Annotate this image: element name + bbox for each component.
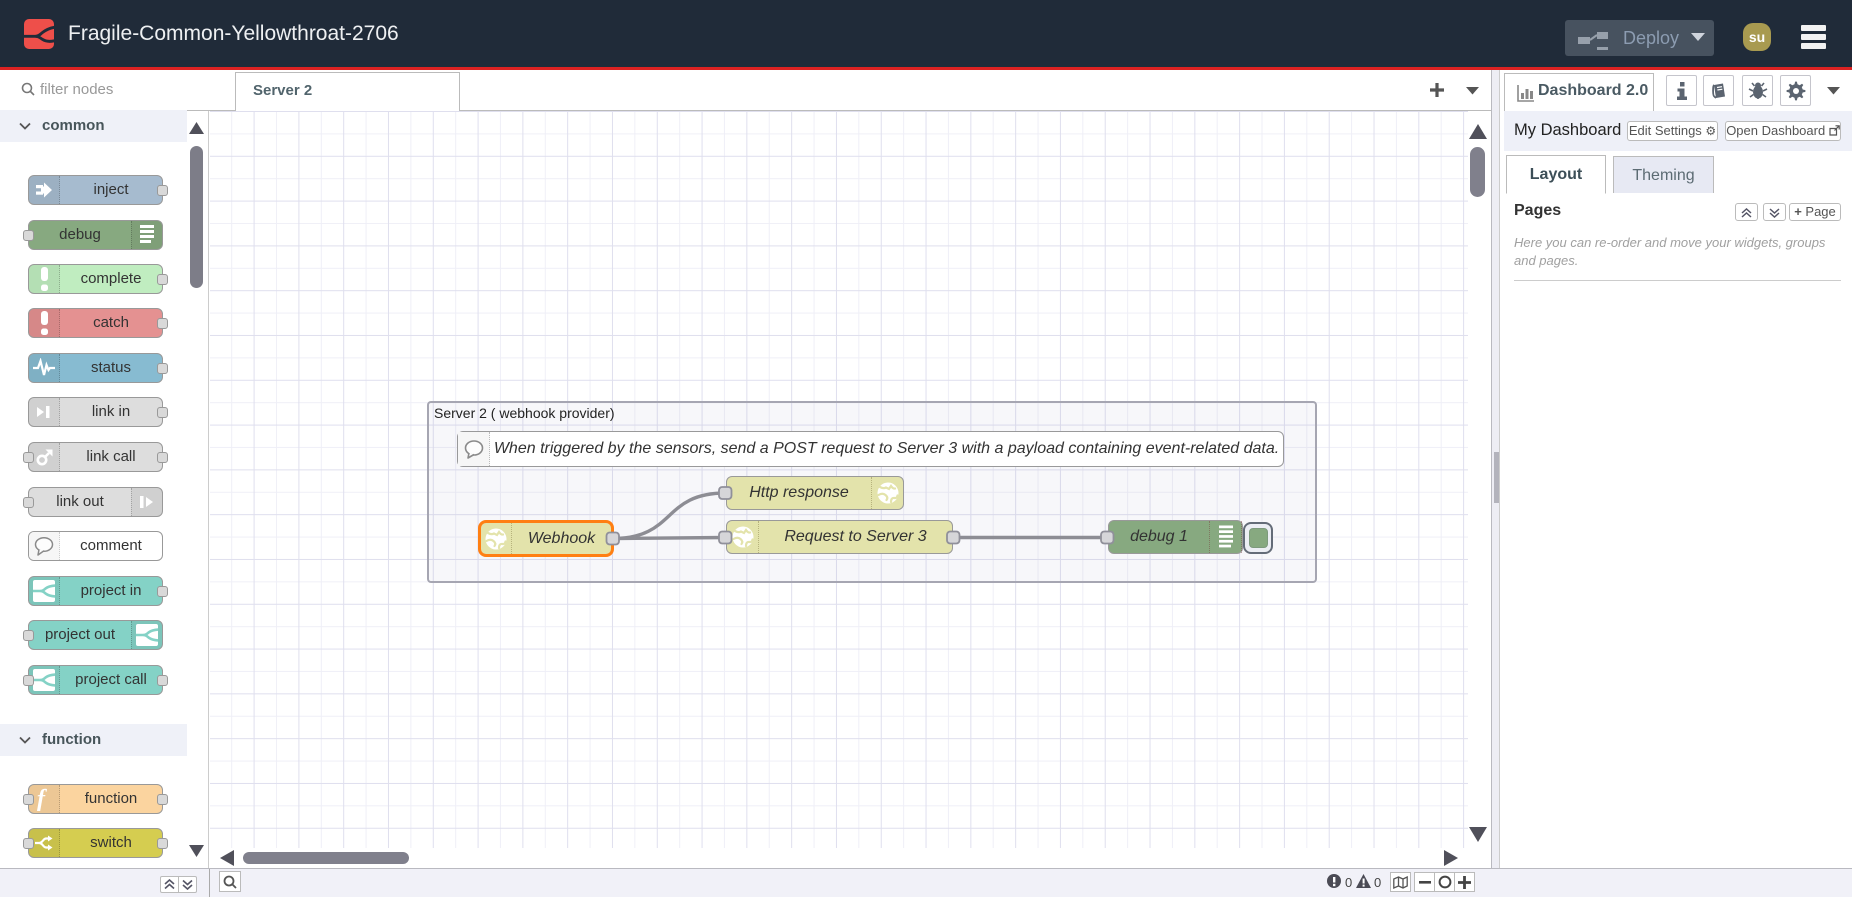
svg-text:f: f bbox=[37, 787, 47, 811]
